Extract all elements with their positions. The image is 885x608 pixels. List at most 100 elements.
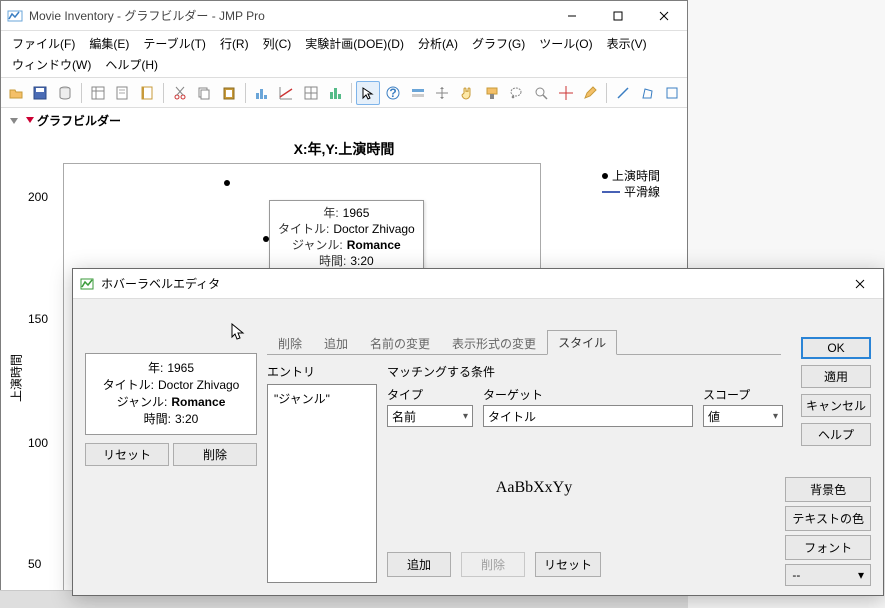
- preview-box: 年:1965 タイトル:Doctor Zhivago ジャンル:Romance …: [85, 353, 257, 435]
- y-axis-label: 上演時間: [8, 354, 25, 402]
- toolbar-simpleshape-icon[interactable]: [660, 81, 684, 105]
- ok-button[interactable]: OK: [801, 337, 871, 359]
- legend-item-points[interactable]: 上演時間: [602, 168, 660, 184]
- toolbar-open-icon[interactable]: [4, 81, 28, 105]
- cursor-icon: [231, 323, 247, 343]
- help-button[interactable]: ヘルプ: [801, 423, 871, 446]
- panel-header[interactable]: グラフビルダー: [1, 108, 687, 133]
- tab-rename[interactable]: 名前の変更: [359, 331, 441, 355]
- panel-title: グラフビルダー: [37, 112, 121, 129]
- maximize-button[interactable]: [595, 1, 641, 30]
- dialog-icon: [79, 276, 95, 292]
- toolbar-copy-icon[interactable]: [193, 81, 217, 105]
- entry-listbox[interactable]: "ジャンル": [267, 384, 377, 583]
- toolbar-newjournal-icon[interactable]: [135, 81, 159, 105]
- toolbar-line-icon[interactable]: [611, 81, 635, 105]
- menu-edit[interactable]: 編集(E): [82, 33, 136, 54]
- toolbar-crosshair-icon[interactable]: [554, 81, 578, 105]
- apply-button[interactable]: 適用: [801, 365, 871, 388]
- data-point[interactable]: [224, 180, 230, 186]
- menu-analyze[interactable]: 分析(A): [411, 33, 465, 54]
- form-delete-button[interactable]: 削除: [461, 552, 525, 577]
- preview-reset-button[interactable]: リセット: [85, 443, 169, 466]
- fontsize-select[interactable]: --▾: [785, 564, 871, 586]
- menu-graph[interactable]: グラフ(G): [465, 33, 532, 54]
- toolbar-selrows-icon[interactable]: [406, 81, 430, 105]
- tab-style[interactable]: スタイル: [547, 330, 617, 355]
- menu-tools[interactable]: ツール(O): [532, 33, 599, 54]
- toolbar-help-icon[interactable]: ?: [381, 81, 405, 105]
- type-select[interactable]: 名前▾: [387, 405, 473, 427]
- ytick-100: 100: [28, 436, 48, 450]
- entry-label: エントリ: [267, 361, 377, 384]
- dialog-title: ホバーラベルエディタ: [101, 275, 837, 292]
- ytick-50: 50: [28, 557, 41, 571]
- window-title: Movie Inventory - グラフビルダー - JMP Pro: [29, 7, 549, 24]
- chevron-down-icon: ▾: [773, 411, 778, 422]
- chart-title: X:年,Y:上演時間: [13, 139, 675, 159]
- menu-file[interactable]: ファイル(F): [5, 33, 82, 54]
- type-label: タイプ: [387, 386, 473, 403]
- menu-doe[interactable]: 実験計画(DOE)(D): [298, 33, 411, 54]
- matching-conditions-label: マッチングする条件: [387, 361, 781, 380]
- toolbar-polygon-icon[interactable]: [636, 81, 660, 105]
- cancel-button[interactable]: キャンセル: [801, 394, 871, 417]
- disclosure-icon[interactable]: [7, 114, 21, 128]
- hover-label-editor-dialog: ホバーラベルエディタ 年:1965 タイトル:Doctor Zhivago ジャ…: [72, 268, 884, 596]
- toolbar-hand-icon[interactable]: [455, 81, 479, 105]
- close-button[interactable]: [641, 1, 687, 30]
- legend-line-icon: [602, 191, 620, 193]
- form-reset-button[interactable]: リセット: [535, 552, 601, 577]
- toolbar-scroller-icon[interactable]: [430, 81, 454, 105]
- toolbar-annotate-icon[interactable]: [578, 81, 602, 105]
- legend: 上演時間 平滑線: [602, 168, 660, 200]
- tab-format[interactable]: 表示形式の変更: [441, 331, 547, 355]
- toolbar-save-icon[interactable]: [29, 81, 53, 105]
- dialog-titlebar[interactable]: ホバーラベルエディタ: [73, 269, 883, 299]
- menu-rows[interactable]: 行(R): [213, 33, 256, 54]
- chevron-down-icon: ▾: [463, 411, 468, 422]
- toolbar-arrow-icon[interactable]: [356, 81, 380, 105]
- titlebar: Movie Inventory - グラフビルダー - JMP Pro: [1, 1, 687, 31]
- target-input[interactable]: タイトル: [483, 405, 693, 427]
- toolbar-database-icon[interactable]: [53, 81, 77, 105]
- toolbar: ?: [1, 78, 687, 108]
- scope-label: スコープ: [703, 386, 781, 403]
- textcolor-button[interactable]: テキストの色: [785, 506, 871, 531]
- dialog-close-button[interactable]: [837, 269, 883, 298]
- toolbar-fitmodel-icon[interactable]: [299, 81, 323, 105]
- menu-window[interactable]: ウィンドウ(W): [5, 54, 98, 75]
- tab-add[interactable]: 追加: [313, 331, 359, 355]
- toolbar-zoom-icon[interactable]: [529, 81, 553, 105]
- toolbar-brush-icon[interactable]: [480, 81, 504, 105]
- toolbar-newscript-icon[interactable]: [111, 81, 135, 105]
- toolbar-chart-icon[interactable]: [324, 81, 348, 105]
- toolbar-newtable-icon[interactable]: [86, 81, 110, 105]
- scope-select[interactable]: 値▾: [703, 405, 783, 427]
- minimize-button[interactable]: [549, 1, 595, 30]
- menu-help[interactable]: ヘルプ(H): [98, 54, 165, 75]
- toolbar-fitY-icon[interactable]: [275, 81, 299, 105]
- menu-tables[interactable]: テーブル(T): [136, 33, 213, 54]
- menubar: ファイル(F) 編集(E) テーブル(T) 行(R) 列(C) 実験計画(DOE…: [1, 31, 687, 78]
- font-button[interactable]: フォント: [785, 535, 871, 560]
- preview-delete-button[interactable]: 削除: [173, 443, 257, 466]
- ytick-200: 200: [28, 190, 48, 204]
- legend-item-smoother[interactable]: 平滑線: [602, 184, 660, 200]
- font-sample: AaBbXxYy: [387, 479, 681, 497]
- tab-delete[interactable]: 削除: [267, 331, 313, 355]
- toolbar-lasso-icon[interactable]: [504, 81, 528, 105]
- app-icon: [7, 8, 23, 24]
- menu-cols[interactable]: 列(C): [256, 33, 299, 54]
- bgcolor-button[interactable]: 背景色: [785, 477, 871, 502]
- ytick-150: 150: [28, 312, 48, 326]
- toolbar-distribution-icon[interactable]: [250, 81, 274, 105]
- menu-view[interactable]: 表示(V): [600, 33, 654, 54]
- chevron-down-icon: ▾: [858, 568, 864, 582]
- toolbar-cut-icon[interactable]: [168, 81, 192, 105]
- hotspot-icon[interactable]: [25, 114, 35, 128]
- form-add-button[interactable]: 追加: [387, 552, 451, 577]
- toolbar-paste-icon[interactable]: [217, 81, 241, 105]
- list-item[interactable]: "ジャンル": [272, 389, 372, 408]
- legend-dot-icon: [602, 173, 608, 179]
